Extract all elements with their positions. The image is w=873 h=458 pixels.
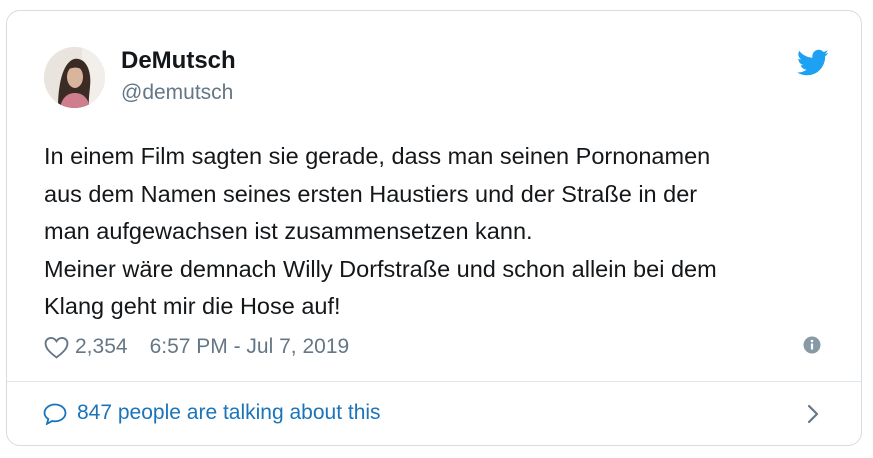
tweet-text-line: Klang geht mir die Hose auf! xyxy=(44,293,341,319)
tweet-meta: 2,354 6:57 PM - Jul 7, 2019 xyxy=(44,330,349,364)
conversation-label[interactable]: 847 people are talking about this xyxy=(77,400,381,426)
tweet-text-line: man aufgewachsen ist zusammensetzen kann… xyxy=(44,218,533,244)
like-count[interactable]: 2,354 xyxy=(75,335,128,359)
tweet-text: In einem Film sagten sie gerade, dass ma… xyxy=(44,138,844,326)
tweet-text-line: In einem Film sagten sie gerade, dass ma… xyxy=(44,143,711,169)
chevron-right-icon[interactable] xyxy=(806,403,820,425)
author-handle[interactable]: @demutsch xyxy=(121,80,233,106)
tweet-timestamp[interactable]: 6:57 PM - Jul 7, 2019 xyxy=(150,335,350,359)
heart-outline-icon[interactable] xyxy=(44,336,69,359)
speech-bubble-icon xyxy=(43,403,67,425)
twitter-bird-icon[interactable] xyxy=(797,49,829,77)
tweet-text-line: Meiner wäre demnach Willy Dorfstraße und… xyxy=(44,255,717,282)
info-icon[interactable] xyxy=(803,336,821,354)
tweet-card: DeMutsch @demutsch In einem Film sagten … xyxy=(6,10,862,446)
tweet-text-line: aus dem Namen seines ersten Haustiers un… xyxy=(44,180,698,207)
avatar[interactable] xyxy=(44,47,105,108)
conversation-link[interactable]: 847 people are talking about this xyxy=(7,382,861,446)
author-display-name[interactable]: DeMutsch xyxy=(121,47,236,75)
